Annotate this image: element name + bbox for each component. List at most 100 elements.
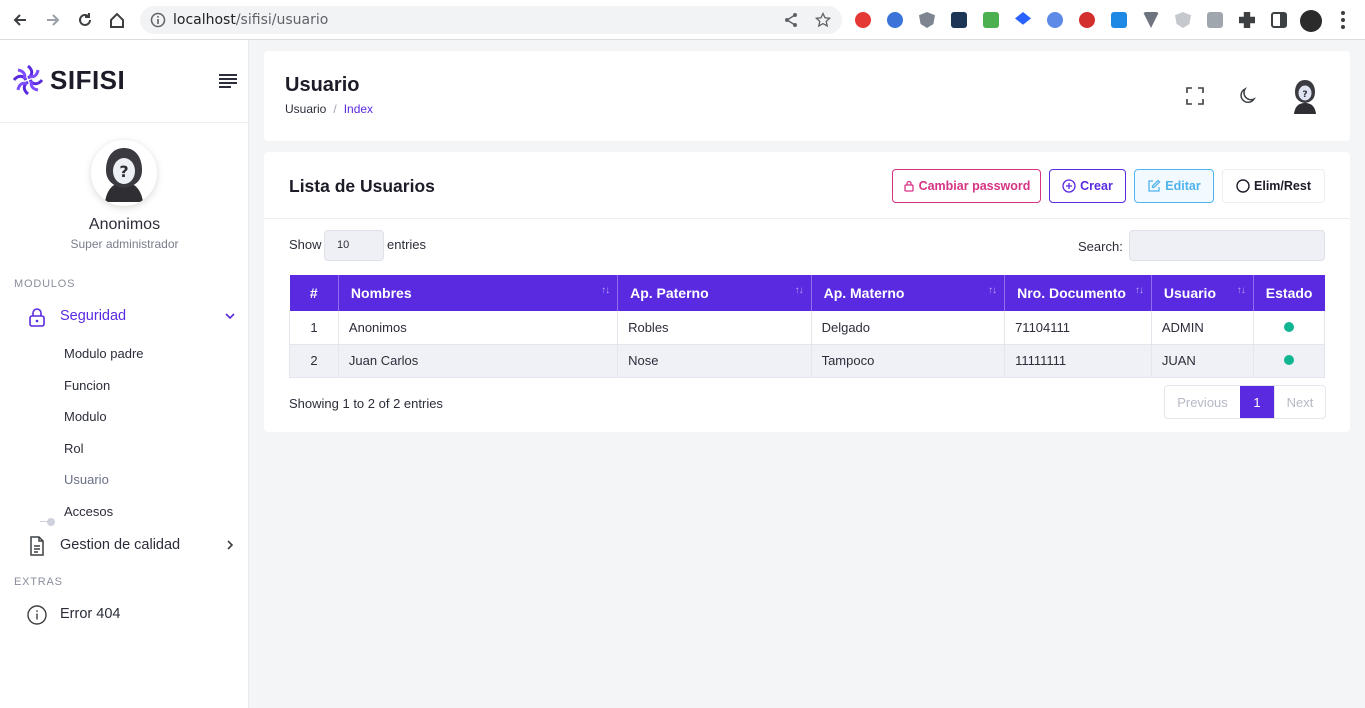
svg-text:?: ?: [1302, 90, 1307, 100]
breadcrumb-item-usuario[interactable]: Usuario: [285, 102, 326, 116]
card-title: Lista de Usuarios: [289, 176, 435, 196]
column-header-nro-documento[interactable]: Nro. Documento ↑↓: [1004, 275, 1152, 311]
profile-name: Anonimos: [88, 216, 161, 233]
column-header-ap-materno[interactable]: Ap. Materno ↑↓: [811, 275, 1006, 311]
svg-text:?: ?: [119, 162, 128, 181]
submenu-item-modulo[interactable]: Modulo: [64, 409, 107, 424]
extension-v-icon[interactable]: [1143, 12, 1159, 28]
menu-toggle-icon[interactable]: [219, 74, 237, 88]
button-label: Cambiar password: [918, 179, 1031, 193]
browser-toolbar: localhost/sifisi/usuario: [0, 0, 1365, 40]
submenu-item-accesos[interactable]: Accesos: [64, 504, 113, 519]
bookmark-star-icon[interactable]: [815, 12, 831, 28]
users-card: Lista de Usuarios Cambiar password Crear…: [264, 152, 1350, 432]
browser-menu-icon[interactable]: [1341, 11, 1345, 29]
extension-shield2-icon[interactable]: [1175, 12, 1191, 28]
table-row[interactable]: 1 Anonimos Robles Delgado 71104111 ADMIN: [289, 311, 1326, 345]
button-label: Editar: [1165, 179, 1201, 193]
search-input[interactable]: [1129, 230, 1325, 261]
submenu-item-rol[interactable]: Rol: [64, 441, 84, 456]
brand: SIFISI: [0, 40, 249, 123]
submenu-item-funcion[interactable]: Funcion: [64, 378, 110, 393]
cell-ap-materno: Delgado: [811, 311, 1006, 345]
page-title: Usuario: [285, 74, 360, 96]
sort-icon: ↑↓: [794, 285, 804, 296]
column-header-nombres[interactable]: Nombres ↑↓: [338, 275, 619, 311]
reload-icon[interactable]: [73, 8, 97, 32]
sidebar-item-label: Error 404: [60, 606, 121, 622]
extension-blue-icon[interactable]: [1047, 12, 1063, 28]
breadcrumb-separator: /: [333, 102, 337, 116]
show-label: Show: [289, 237, 322, 252]
sidebar: SIFISI ? Anonimos Super administrador MO…: [0, 40, 249, 708]
avatar[interactable]: ?: [91, 140, 157, 206]
edit-button[interactable]: Editar: [1134, 169, 1214, 203]
change-password-button[interactable]: Cambiar password: [892, 169, 1041, 203]
create-button[interactable]: Crear: [1049, 169, 1126, 203]
cell-estado: [1253, 344, 1326, 378]
home-icon[interactable]: [105, 8, 129, 32]
extension-shield-icon[interactable]: [919, 12, 935, 28]
address-bar[interactable]: localhost/sifisi/usuario: [140, 6, 842, 34]
pagination: Previous 1 Next: [1164, 385, 1326, 419]
table-row[interactable]: 2 Juan Carlos Nose Tampoco 11111111 JUAN: [289, 344, 1326, 378]
column-header-num[interactable]: #: [289, 275, 339, 311]
extension-s3-icon[interactable]: [983, 12, 999, 28]
share-icon[interactable]: [783, 12, 799, 28]
brand-name[interactable]: SIFISI: [50, 65, 125, 96]
cell-ap-paterno: Robles: [617, 311, 812, 345]
lock-icon: [29, 308, 45, 327]
extension-globe-icon[interactable]: [887, 12, 903, 28]
back-icon[interactable]: [8, 8, 32, 32]
cell-nombres: Anonimos: [338, 311, 619, 345]
status-active-dot: [1283, 321, 1294, 332]
url-text: localhost/sifisi/usuario: [173, 12, 329, 28]
extension-tabs-icon[interactable]: [1207, 12, 1223, 28]
table-header-row: # Nombres ↑↓ Ap. Paterno ↑↓ Ap. Materno ↑↓ …: [289, 275, 1325, 311]
search-label: Search:: [1078, 239, 1123, 254]
cell-estado: [1253, 311, 1326, 345]
entries-label: entries: [387, 237, 427, 252]
pagination-previous[interactable]: Previous: [1165, 386, 1240, 418]
moon-icon[interactable]: [1237, 85, 1259, 107]
sidebar-item-seguridad[interactable]: Seguridad: [24, 302, 242, 332]
extension-screen-icon[interactable]: [1111, 12, 1127, 28]
breadcrumb-item-index: Index: [343, 102, 374, 116]
document-icon: [30, 536, 44, 556]
cell-nombres: Juan Carlos: [338, 344, 619, 378]
sidebar-item-gestion-de-calidad[interactable]: Gestion de calidad: [24, 531, 242, 561]
entries-length-select[interactable]: 10: [324, 230, 384, 261]
user-avatar-icon[interactable]: ?: [1291, 78, 1319, 114]
chevron-right-icon: [227, 540, 234, 550]
lock-icon: [903, 180, 914, 192]
extensions-puzzle-icon[interactable]: [1239, 12, 1255, 28]
extension-mega-icon[interactable]: [855, 12, 871, 28]
extension-lt-icon[interactable]: [951, 12, 967, 28]
anonymous-user-icon: ?: [105, 148, 143, 202]
column-header-ap-paterno[interactable]: Ap. Paterno ↑↓: [617, 275, 812, 311]
profile-avatar-icon[interactable]: [1300, 10, 1322, 32]
extension-cap-icon[interactable]: [1015, 12, 1031, 25]
column-header-estado[interactable]: Estado: [1253, 275, 1325, 311]
info-icon[interactable]: [150, 12, 166, 28]
submenu-item-modulo-padre[interactable]: Modulo padre: [64, 346, 144, 361]
card-header: Lista de Usuarios Cambiar password Crear…: [264, 152, 1350, 219]
extension-record-icon[interactable]: [1079, 12, 1095, 28]
delete-restore-button[interactable]: Elim/Rest: [1222, 169, 1325, 203]
sidebar-item-error-404[interactable]: Error 404: [24, 600, 242, 630]
pagination-next[interactable]: Next: [1274, 386, 1325, 418]
side-panel-icon[interactable]: [1271, 12, 1287, 28]
forward-icon[interactable]: [41, 8, 65, 32]
cell-num: 2: [289, 344, 339, 378]
button-label: Crear: [1080, 179, 1113, 193]
page-header: Usuario Usuario / Index ?: [264, 51, 1350, 141]
column-header-usuario[interactable]: Usuario ↑↓: [1151, 275, 1254, 311]
button-label: Elim/Rest: [1254, 179, 1311, 193]
fullscreen-icon[interactable]: [1184, 85, 1206, 107]
cell-nro-documento: 71104111: [1004, 311, 1152, 345]
active-indicator-dot: [47, 518, 55, 526]
brand-logo-icon[interactable]: [11, 63, 45, 97]
pagination-page-1[interactable]: 1: [1240, 386, 1274, 418]
profile-role: Super administrador: [70, 237, 179, 251]
submenu-item-usuario[interactable]: Usuario: [64, 472, 109, 487]
